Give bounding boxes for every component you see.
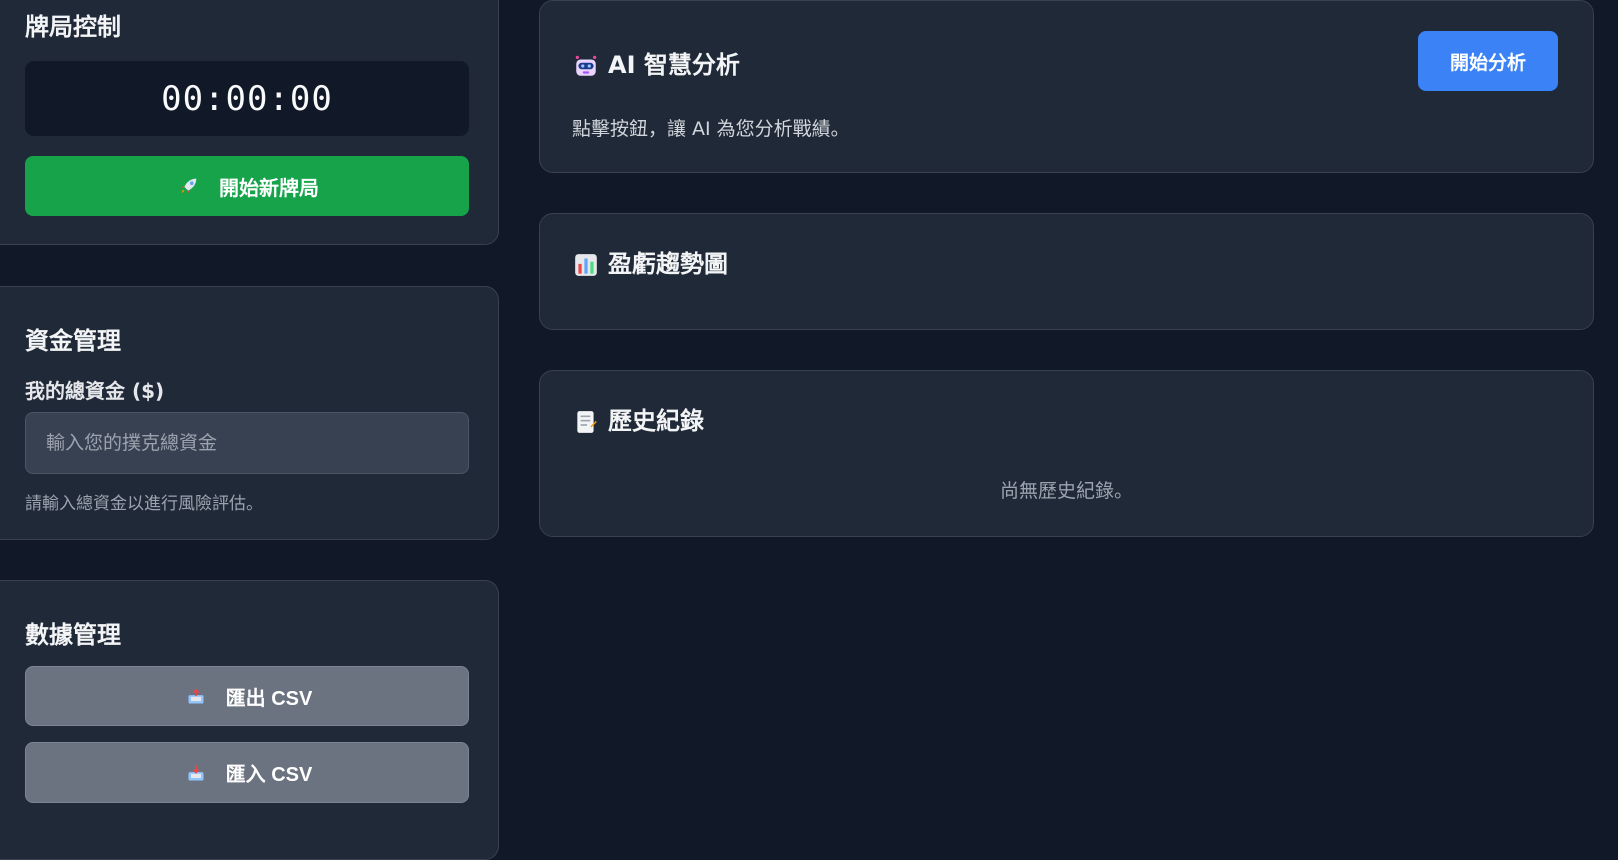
ai-analysis-description: 點擊按鈕，讓 AI 為您分析戰績。 — [572, 118, 850, 140]
outbox-tray-icon — [182, 682, 210, 710]
rocket-icon — [175, 172, 203, 200]
funds-title: 資金管理 — [25, 327, 121, 355]
history-empty-message: 尚無歷史紀錄。 — [999, 480, 1133, 502]
data-management-card: 數據管理 匯出 CSV 匯入 CSV — [0, 580, 499, 860]
ai-analysis-title: AI 智慧分析 — [608, 51, 740, 79]
history-title: 歷史紀錄 — [608, 407, 704, 435]
export-csv-button[interactable]: 匯出 CSV — [25, 666, 469, 726]
total-funds-label: 我的總資金 ($) — [25, 379, 165, 403]
funds-card: 資金管理 我的總資金 ($) 請輸入總資金以進行風險評估。 — [0, 286, 499, 540]
data-management-title: 數據管理 — [25, 621, 121, 649]
start-analysis-button[interactable]: 開始分析 — [1418, 31, 1558, 91]
trend-chart-title-row: 盈虧趨勢圖 — [572, 244, 728, 279]
import-csv-label: 匯入 CSV — [225, 764, 313, 786]
inbox-tray-icon — [182, 759, 210, 787]
import-csv-button[interactable]: 匯入 CSV — [25, 742, 469, 803]
history-card: 歷史紀錄 尚無歷史紀錄。 — [539, 370, 1594, 537]
start-new-game-button[interactable]: 開始新牌局 — [25, 156, 469, 216]
game-timer: 00:00:00 — [25, 61, 469, 136]
export-csv-label: 匯出 CSV — [225, 687, 313, 710]
ai-analysis-card: AI 智慧分析 開始分析 點擊按鈕，讓 AI 為您分析戰績。 — [539, 0, 1594, 173]
game-control-title: 牌局控制 — [25, 13, 121, 41]
robot-icon — [572, 52, 600, 80]
start-new-game-label: 開始新牌局 — [219, 177, 319, 200]
trend-chart-card: 盈虧趨勢圖 — [539, 213, 1594, 330]
history-title-row: 歷史紀錄 — [572, 401, 704, 436]
funds-hint: 請輸入總資金以進行風險評估。 — [25, 494, 263, 514]
game-control-card: 牌局控制 00:00:00 開始新牌局 — [0, 0, 499, 245]
bar-chart-icon — [572, 251, 600, 279]
trend-chart-title: 盈虧趨勢圖 — [608, 250, 728, 278]
memo-icon — [572, 408, 600, 436]
total-funds-input[interactable] — [25, 412, 469, 474]
ai-analysis-title-row: AI 智慧分析 — [572, 45, 740, 80]
